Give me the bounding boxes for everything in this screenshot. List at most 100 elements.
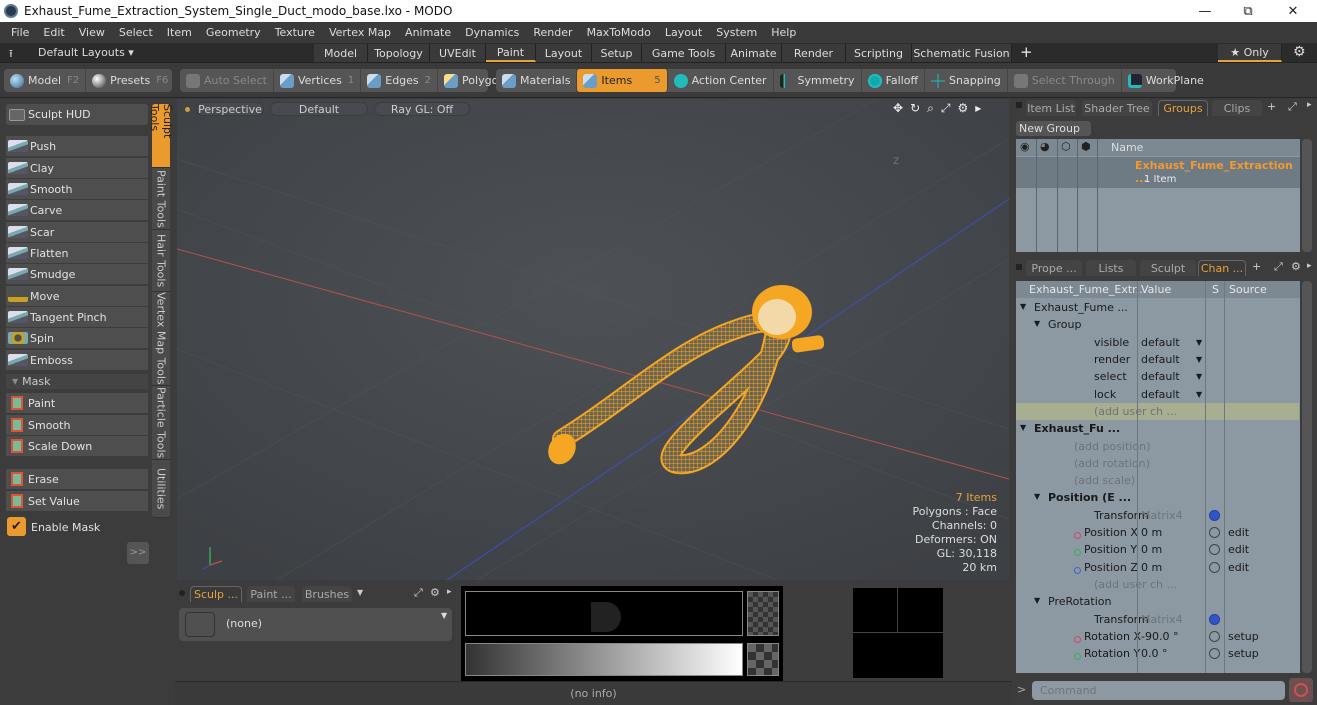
tool-smudge[interactable]: Smudge	[6, 264, 148, 285]
vtab-sculpt-tools[interactable]: Sculpt Tools	[148, 104, 174, 168]
vtab-paint-tools[interactable]: Paint Tools	[152, 168, 170, 230]
mask-tool-smooth[interactable]: Smooth	[6, 415, 148, 436]
expand-arrow-icon[interactable]: ▼	[1020, 423, 1026, 432]
brush-more-icon[interactable]: ▸	[447, 587, 452, 597]
channel-row[interactable]: (add position)	[1016, 437, 1299, 454]
expand-button[interactable]: >>	[127, 542, 149, 564]
action-center-button[interactable]: Action Center	[668, 69, 774, 92]
brush-maximize-icon[interactable]: ⤢	[414, 586, 423, 600]
channel-row[interactable]: (add scale)	[1016, 472, 1299, 489]
channels-maximize-icon[interactable]: ⤢	[1274, 260, 1283, 274]
default-layouts-dropdown[interactable]: Default Layouts ▾	[38, 46, 134, 59]
tab-model[interactable]: Model	[314, 44, 368, 62]
gear-icon[interactable]: ⚙	[1293, 44, 1306, 60]
channel-value[interactable]: 0.0 °	[1141, 647, 1168, 660]
mask-tool-erase[interactable]: Erase	[6, 469, 148, 490]
tab-shader-tree[interactable]: Shader Tree	[1082, 100, 1152, 116]
gradient-ramp[interactable]	[465, 643, 743, 676]
menu-select[interactable]: Select	[112, 26, 160, 39]
tool-tangent-pinch[interactable]: Tangent Pinch	[6, 307, 148, 328]
auto-select-button[interactable]: Auto Select	[180, 69, 274, 92]
menu-geometry[interactable]: Geometry	[199, 26, 268, 39]
value-dropdown-icon[interactable]: ▼	[1196, 338, 1202, 347]
tool-emboss[interactable]: Emboss	[6, 350, 148, 371]
groups-scrollbar[interactable]	[1302, 139, 1312, 252]
tool-move[interactable]: Move	[6, 286, 148, 307]
channel-value[interactable]: default	[1141, 370, 1180, 383]
channel-state-icon[interactable]	[1209, 527, 1220, 539]
tab-game-tools[interactable]: Game Tools	[642, 44, 726, 62]
menu-edit[interactable]: Edit	[36, 26, 71, 39]
tool-carve[interactable]: Carve	[6, 200, 148, 221]
zoom-icon[interactable]: ⌕	[927, 101, 934, 116]
tool-spin[interactable]: Spin	[6, 328, 148, 349]
tab-brushes[interactable]: Brushes	[302, 586, 352, 602]
falloff-button[interactable]: Falloff	[862, 69, 926, 92]
channel-state-icon[interactable]	[1209, 648, 1220, 660]
tab-scripting[interactable]: Scripting	[846, 44, 912, 62]
tab-render[interactable]: Render	[782, 44, 846, 62]
vtab-utilities[interactable]: Utilities	[152, 460, 170, 518]
channel-row[interactable]: ▼ PreRotation	[1016, 593, 1299, 610]
tab-lists[interactable]: Lists	[1086, 260, 1136, 276]
transform-gear-icon[interactable]	[1209, 509, 1220, 521]
channel-value[interactable]: 0 m	[1141, 561, 1162, 574]
menu-view[interactable]: View	[72, 26, 112, 39]
tab-layout[interactable]: Layout	[536, 44, 592, 62]
channel-row[interactable]: (add rotation)	[1016, 455, 1299, 472]
materials-button[interactable]: Materials	[496, 69, 578, 92]
channel-row[interactable]: lock default ▼	[1016, 386, 1299, 403]
tool-smooth[interactable]: Smooth	[6, 179, 148, 200]
channel-row[interactable]: ▼ Exhaust_Fume ...	[1016, 299, 1299, 316]
channel-value[interactable]: Matrix4	[1141, 509, 1183, 522]
channels-menu-icon[interactable]	[1016, 264, 1022, 270]
channel-value[interactable]: Matrix4	[1141, 613, 1183, 626]
menu-vertex-map[interactable]: Vertex Map	[322, 26, 398, 39]
maximize-panel-icon[interactable]: ⤢	[1288, 100, 1297, 114]
channels-scrollbar[interactable]	[1302, 281, 1312, 673]
brush-tabs-dropdown-icon[interactable]: ▼	[357, 588, 363, 597]
channel-row[interactable]: Rotation Y 0.0 ° setup	[1016, 645, 1299, 662]
close-button[interactable]: ✕	[1270, 0, 1316, 22]
menu-render[interactable]: Render	[526, 26, 579, 39]
panel-menu-icon[interactable]	[1016, 102, 1022, 108]
panel-more-icon[interactable]: ▸	[1307, 100, 1312, 110]
channel-value[interactable]: default	[1141, 388, 1180, 401]
sculpt-hud-button[interactable]: Sculpt HUD	[6, 104, 148, 126]
vtab-particle-tools[interactable]: Particle Tools	[152, 386, 170, 460]
channel-value[interactable]: -90.0 °	[1141, 630, 1178, 643]
maximize-icon[interactable]: ⤢	[941, 101, 951, 116]
only-toggle[interactable]: ★ Only	[1218, 44, 1282, 62]
new-group-button[interactable]: New Group	[1016, 121, 1091, 136]
tab-groups[interactable]: Groups	[1158, 100, 1208, 116]
tab-sculpt-brush[interactable]: Sculp ...	[190, 586, 242, 602]
tab-properties[interactable]: Prope ...	[1026, 260, 1082, 276]
channel-row[interactable]: Position Y0 m edit	[1016, 541, 1299, 558]
menu-layout[interactable]: Layout	[658, 26, 709, 39]
channel-state-icon[interactable]	[1209, 630, 1220, 642]
channel-row[interactable]: Rotation X -90.0 ° setup	[1016, 628, 1299, 645]
expand-arrow-icon[interactable]: ▼	[1034, 596, 1040, 605]
tool-push[interactable]: Push	[6, 136, 148, 157]
group-row[interactable]: Exhaust_Fume_Extraction ... 1 Item	[1016, 157, 1300, 188]
raygl-button[interactable]: Ray GL: Off	[374, 102, 470, 116]
layout-arrow-icon[interactable]: ⭱	[9, 45, 13, 64]
vtab-vertex-map-tools[interactable]: Vertex Map Tools	[152, 292, 170, 386]
brush-gear-icon[interactable]: ⚙	[430, 586, 440, 599]
channel-row[interactable]: ▼ Position (E ...	[1016, 489, 1299, 506]
viewport-more-icon[interactable]: ▸	[975, 101, 981, 116]
menu-maxtomodo[interactable]: MaxToModo	[580, 26, 658, 39]
tab-topology[interactable]: Topology	[368, 44, 430, 62]
channel-row[interactable]: render default ▼	[1016, 351, 1299, 368]
channel-value[interactable]: 0 m	[1141, 543, 1162, 556]
mask-section-header[interactable]: ▼ Mask	[6, 374, 148, 390]
tab-uvedit[interactable]: UVEdit	[430, 44, 486, 62]
channel-row[interactable]: ▼ Exhaust_Fu ...	[1016, 420, 1299, 437]
channel-row[interactable]: (add user ch ...	[1016, 402, 1299, 421]
channel-row[interactable]: ▼ Group	[1016, 316, 1299, 333]
channel-state-icon[interactable]	[1209, 561, 1220, 573]
tab-setup[interactable]: Setup	[592, 44, 642, 62]
symmetry-button[interactable]: Symmetry	[774, 69, 862, 92]
menu-file[interactable]: File	[4, 26, 36, 39]
channel-row[interactable]: select default ▼	[1016, 368, 1299, 385]
